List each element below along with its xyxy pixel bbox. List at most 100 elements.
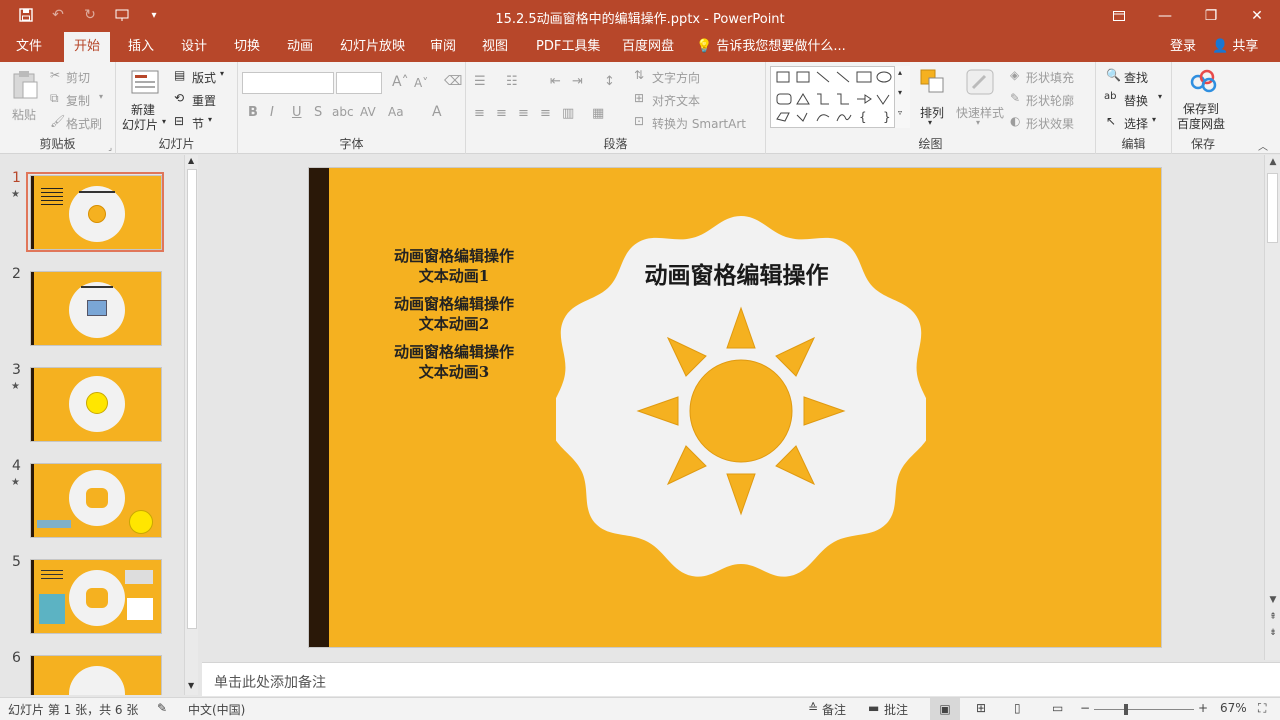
zoom-level[interactable]: 67% bbox=[1220, 701, 1247, 715]
distributed-icon[interactable]: ▥ bbox=[562, 106, 574, 121]
new-slide-button[interactable]: 新建 幻灯片 ▾ bbox=[122, 66, 170, 132]
zoom-in-icon[interactable]: + bbox=[1198, 701, 1208, 715]
fit-to-window-icon[interactable]: ⛶ bbox=[1258, 701, 1266, 716]
paste-button[interactable]: 粘贴 bbox=[8, 68, 42, 128]
save-to-baidu-button[interactable]: 保存到 百度网盘 bbox=[1174, 66, 1232, 132]
decrease-indent-icon[interactable]: ⇤ bbox=[550, 74, 561, 89]
clear-formatting-icon[interactable]: ⌫ bbox=[444, 74, 462, 89]
convert-smartart-button[interactable]: ⊡ 转换为 SmartArt bbox=[634, 114, 762, 132]
find-button[interactable]: 🔍 查找 bbox=[1106, 68, 1166, 86]
reset-button[interactable]: ⟲ 重置 bbox=[174, 91, 234, 109]
justify-icon[interactable]: ≡ bbox=[540, 106, 551, 121]
tab-insert[interactable]: 插入 bbox=[118, 32, 164, 62]
arrange-button[interactable]: 排列 ▾ bbox=[916, 66, 950, 132]
strikethrough-icon[interactable]: abc bbox=[332, 105, 354, 119]
ribbon-display-options-icon[interactable] bbox=[1096, 0, 1142, 32]
change-case-icon[interactable]: Aa bbox=[388, 105, 404, 119]
previous-slide-icon[interactable]: ⇞ bbox=[1265, 612, 1280, 622]
format-painter-button[interactable]: 🖌 格式刷 bbox=[50, 114, 110, 132]
cut-button[interactable]: ✂ 剪切 bbox=[50, 68, 110, 86]
shape-fill-button[interactable]: ◈ 形状填充 bbox=[1010, 68, 1094, 86]
align-text-button[interactable]: ⊞ 对齐文本 bbox=[634, 91, 754, 109]
slide-sorter-view-icon[interactable]: ⊞ bbox=[976, 701, 986, 715]
scroll-up-arrow-icon[interactable]: ▲ bbox=[188, 156, 194, 165]
shapes-gallery-scroll[interactable]: ▴ ▾ ▿ bbox=[894, 66, 910, 128]
bold-icon[interactable]: B bbox=[248, 105, 258, 120]
spell-check-icon[interactable]: ✎ bbox=[157, 701, 167, 715]
tab-design[interactable]: 设计 bbox=[171, 32, 217, 62]
tab-home[interactable]: 开始 bbox=[64, 32, 111, 62]
scroll-down-arrow-icon[interactable]: ▼ bbox=[188, 681, 194, 690]
comments-toggle-button[interactable]: 批注 bbox=[884, 701, 908, 718]
slide-text-box[interactable]: 动画窗格编辑操作 文本动画1 动画窗格编辑操作 文本动画2 动画窗格编辑操作 文… bbox=[379, 246, 529, 390]
numbering-icon[interactable]: ☷ bbox=[506, 74, 518, 89]
slideshow-view-icon[interactable]: ▭ bbox=[1052, 701, 1063, 715]
zoom-slider[interactable] bbox=[1094, 704, 1194, 715]
replace-button[interactable]: ab 替换 ▾ bbox=[1104, 91, 1168, 109]
share-button[interactable]: 👤 共享 bbox=[1212, 32, 1258, 62]
normal-view-icon[interactable]: ▣ bbox=[930, 698, 960, 720]
notes-toggle-icon[interactable]: ≙ bbox=[808, 701, 818, 715]
text-direction-button[interactable]: ⇅ 文字方向 bbox=[634, 68, 754, 86]
scroll-down-arrow-icon[interactable]: ▼ bbox=[1265, 595, 1280, 605]
scroll-up-arrow-icon[interactable]: ▲ bbox=[1265, 157, 1280, 167]
columns-icon[interactable]: ▦ bbox=[592, 106, 604, 121]
notes-pane[interactable]: 单击此处添加备注 bbox=[202, 662, 1280, 696]
minimize-icon[interactable]: — bbox=[1142, 0, 1188, 32]
comment-icon[interactable]: ▬ bbox=[868, 701, 879, 715]
tab-view[interactable]: 视图 bbox=[472, 32, 518, 62]
next-slide-icon[interactable]: ⇟ bbox=[1265, 628, 1280, 638]
shape-effects-button[interactable]: ◐ 形状效果 bbox=[1010, 114, 1094, 132]
tab-slideshow[interactable]: 幻灯片放映 bbox=[330, 32, 415, 62]
tab-transitions[interactable]: 切换 bbox=[224, 32, 270, 62]
select-button[interactable]: ↖ 选择 ▾ bbox=[1106, 114, 1166, 132]
shapes-gallery[interactable]: { } bbox=[770, 66, 910, 128]
italic-icon[interactable]: I bbox=[270, 105, 274, 120]
increase-font-size-icon[interactable]: A˄ bbox=[392, 74, 409, 90]
shape-outline-button[interactable]: ✎ 形状轮廓 bbox=[1010, 91, 1094, 109]
tab-baidu-netdisk[interactable]: 百度网盘 bbox=[612, 32, 684, 62]
text-shadow-icon[interactable]: S bbox=[314, 105, 322, 120]
reading-view-icon[interactable]: ▯ bbox=[1014, 701, 1021, 715]
thumbnails-scrollbar[interactable]: ▲ ▼ bbox=[184, 155, 198, 695]
align-left-icon[interactable]: ≡ bbox=[474, 106, 485, 121]
increase-indent-icon[interactable]: ⇥ bbox=[572, 74, 583, 89]
dialog-launcher-icon[interactable]: ⌟ bbox=[108, 143, 112, 152]
notes-toggle-button[interactable]: 备注 bbox=[822, 701, 846, 718]
tab-pdf-tools[interactable]: PDF工具集 bbox=[526, 32, 610, 62]
sign-in-link[interactable]: 登录 bbox=[1170, 32, 1196, 62]
tab-review[interactable]: 审阅 bbox=[420, 32, 466, 62]
current-slide[interactable]: 动画窗格编辑操作 文本动画1 动画窗格编辑操作 文本动画2 动画窗格编辑操作 文… bbox=[308, 167, 1162, 648]
editing-area-scrollbar[interactable]: ▲ ▼ ⇞ ⇟ bbox=[1264, 155, 1280, 660]
align-center-icon[interactable]: ≡ bbox=[496, 106, 507, 121]
font-name-input[interactable] bbox=[242, 72, 334, 94]
copy-button[interactable]: ⧉ 复制 ▾ bbox=[50, 91, 110, 109]
font-size-input[interactable] bbox=[336, 72, 382, 94]
layout-button[interactable]: ▤ 版式 ▾ bbox=[174, 68, 234, 86]
decrease-font-size-icon[interactable]: A˅ bbox=[414, 76, 428, 90]
slide-thumbnail-3[interactable] bbox=[30, 367, 162, 442]
slide-thumbnail-4[interactable] bbox=[30, 463, 162, 538]
slide-thumbnail-5[interactable] bbox=[30, 559, 162, 634]
tab-file[interactable]: 文件 bbox=[6, 32, 52, 62]
restore-icon[interactable]: ❐ bbox=[1188, 0, 1234, 32]
slide-thumbnail-6[interactable] bbox=[30, 655, 162, 695]
character-spacing-icon[interactable]: AV bbox=[360, 105, 376, 119]
underline-icon[interactable]: U bbox=[292, 105, 302, 120]
bullets-icon[interactable]: ☰ bbox=[474, 74, 486, 89]
line-spacing-icon[interactable]: ↕ bbox=[604, 74, 615, 89]
section-button[interactable]: ⊟ 节 ▾ bbox=[174, 114, 234, 132]
zoom-out-icon[interactable]: − bbox=[1080, 701, 1090, 715]
collapse-ribbon-icon[interactable]: ︿ bbox=[1258, 138, 1268, 153]
font-color-icon[interactable]: A bbox=[432, 104, 442, 120]
zoom-slider-thumb[interactable] bbox=[1124, 704, 1128, 715]
tell-me-box[interactable]: 💡 告诉我您想要做什么... bbox=[696, 32, 846, 62]
slide-thumbnail-1[interactable] bbox=[30, 175, 162, 250]
scrollbar-thumb[interactable] bbox=[1267, 173, 1278, 243]
align-right-icon[interactable]: ≡ bbox=[518, 106, 529, 121]
quick-styles-button[interactable]: 快速样式 ▾ bbox=[954, 66, 1006, 132]
scrollbar-thumb[interactable] bbox=[187, 169, 197, 629]
slide-thumbnail-2[interactable] bbox=[30, 271, 162, 346]
tab-animations[interactable]: 动画 bbox=[277, 32, 323, 62]
language-indicator[interactable]: 中文(中国) bbox=[188, 701, 245, 718]
